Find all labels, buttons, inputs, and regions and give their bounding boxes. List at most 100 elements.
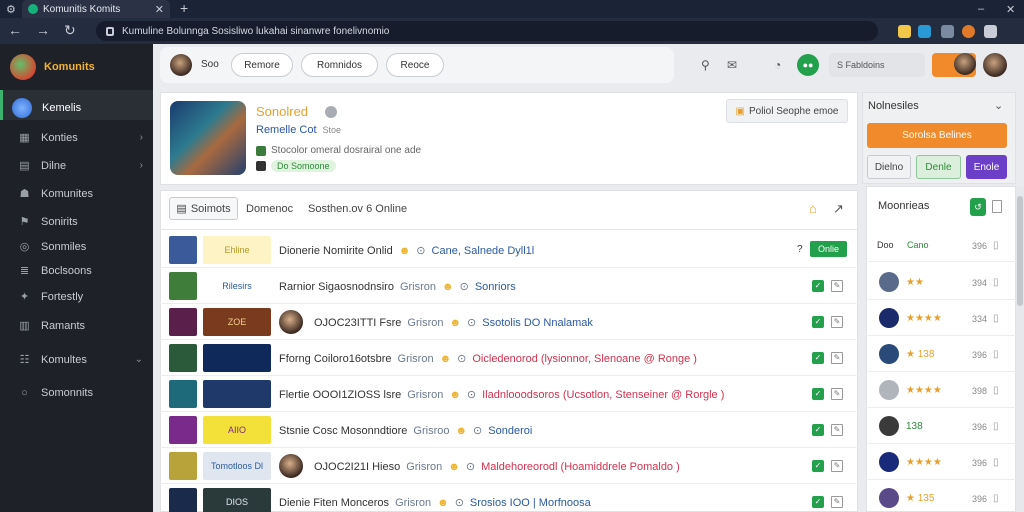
profile-icon[interactable] xyxy=(962,25,975,38)
sidebar-item-1[interactable]: ▦ Konties › xyxy=(18,131,143,145)
row-detail[interactable]: Maldehoreorodl (Hoamiddrele Pomaldo ) xyxy=(481,461,680,473)
globe-icon xyxy=(12,98,32,118)
row-check-icon[interactable]: ✓ xyxy=(812,424,824,436)
button-enole[interactable]: Enole xyxy=(966,155,1007,179)
back-icon[interactable]: ← xyxy=(8,22,22,38)
folder-icon[interactable]: ⌂ xyxy=(809,201,817,216)
chevron-icon[interactable]: › xyxy=(140,160,143,171)
row-detail[interactable]: Ssotolis DO Nnalamak xyxy=(482,317,593,329)
chevron-icon[interactable]: ⌄ xyxy=(135,354,143,365)
row-check-icon[interactable]: ✓ xyxy=(812,460,824,472)
rating-count: 398 xyxy=(972,386,988,396)
extension-3-icon[interactable] xyxy=(941,25,954,38)
tab-online[interactable]: Sosthen.ov 6 Online xyxy=(308,197,407,220)
sidebar-item-7[interactable]: ✦ Fortestly xyxy=(18,290,143,304)
tab-close-icon[interactable]: ✕ xyxy=(155,3,164,16)
header-search-input[interactable]: S Fabldoins xyxy=(829,53,925,77)
row-detail[interactable]: Oicledenorod (lysionnor, Slenoane @ Rong… xyxy=(472,353,697,365)
window-close-icon[interactable]: ✕ xyxy=(1006,3,1015,16)
messages-icon[interactable]: ✉ xyxy=(727,58,737,72)
sidebar-item-5[interactable]: ◎ Sonmiles xyxy=(18,240,143,254)
tab-soimots[interactable]: ▤ Soimots xyxy=(169,197,238,220)
lock-icon xyxy=(106,26,114,36)
brand[interactable]: Komunits xyxy=(10,54,95,80)
forward-icon[interactable]: → xyxy=(36,22,50,38)
reload-icon[interactable]: ↻ xyxy=(64,22,76,38)
pill-remore[interactable]: Remore xyxy=(231,53,293,77)
new-tab-button[interactable]: + xyxy=(180,0,188,18)
browser-menu-icon[interactable]: ⚙ xyxy=(6,3,16,16)
status-icon[interactable]: ●● xyxy=(797,54,819,76)
row-menu-icon[interactable]: ▯ xyxy=(993,349,999,360)
search-icon[interactable]: ⚲ xyxy=(701,58,710,72)
sidebar-item-label: Ramants xyxy=(41,319,86,332)
row-check-icon[interactable]: ✓ xyxy=(812,496,824,508)
more-icon[interactable] xyxy=(984,25,997,38)
notifications-icon[interactable]: ◔ xyxy=(774,58,781,72)
row-title: OJOC2I21I Hieso xyxy=(314,460,401,473)
row-title: Dienie Fiten Monceros xyxy=(279,496,390,509)
row-menu-icon[interactable]: ▯ xyxy=(993,277,999,288)
user-avatar[interactable] xyxy=(170,54,192,76)
browser-tab[interactable]: Komunitis Komits ✕ xyxy=(22,0,170,18)
link-icon: ⊙ xyxy=(466,389,477,401)
sidebar-item-label: Dilne xyxy=(41,159,67,172)
extension-icon[interactable] xyxy=(898,25,911,38)
row-edit-icon[interactable]: ✎ xyxy=(831,460,843,472)
sidebar-item-0[interactable]: Kemelis xyxy=(12,98,137,118)
row-edit-icon[interactable]: ✎ xyxy=(831,496,843,508)
sidebar-item-9[interactable]: ☷ Komultes ⌄ xyxy=(18,353,143,367)
row-check-icon[interactable]: ✓ xyxy=(812,316,824,328)
url-field[interactable]: Kumuline Bolunnga Sosisliwo lukahai sina… xyxy=(96,21,878,41)
button-dielno[interactable]: Dielno xyxy=(867,155,911,179)
row-edit-icon[interactable]: ✎ xyxy=(831,424,843,436)
sidebar-item-4[interactable]: ⚑ Sonirits xyxy=(18,215,143,229)
row-menu-icon[interactable]: ▯ xyxy=(993,385,999,396)
row-check-icon[interactable]: ✓ xyxy=(812,388,824,400)
sidebar-item-10[interactable]: ○ Somonnits xyxy=(18,386,143,399)
sidebar-item-label: Komultes xyxy=(41,353,87,366)
row-menu-icon[interactable]: ▯ xyxy=(993,421,999,432)
row-menu-icon[interactable]: ▯ xyxy=(993,493,999,504)
document-icon[interactable] xyxy=(992,200,1002,213)
row-detail[interactable]: Iladnlooodsoros (Ucsotlon, Stenseiner @ … xyxy=(482,389,724,401)
row-edit-icon[interactable]: ✎ xyxy=(831,280,843,292)
row-check-icon[interactable]: ✓ xyxy=(812,352,824,364)
row-thumbnail xyxy=(169,416,197,444)
share-icon[interactable]: ↗ xyxy=(833,201,844,217)
tab-domenoc[interactable]: Domenoc xyxy=(246,197,293,220)
button-denle[interactable]: Denle xyxy=(916,155,961,179)
pill-reoce[interactable]: Reoce xyxy=(386,53,444,77)
scrollbar[interactable] xyxy=(1016,186,1024,512)
chevron-icon[interactable]: › xyxy=(140,132,143,143)
row-edit-icon[interactable]: ✎ xyxy=(831,352,843,364)
collapse-icon[interactable]: ⌄ xyxy=(994,99,1003,112)
row-edit-icon[interactable]: ✎ xyxy=(831,388,843,400)
extension-2-icon[interactable] xyxy=(918,25,931,38)
minimize-icon[interactable]: – xyxy=(978,3,984,15)
row-detail[interactable]: Cane, Salnede Dyll1l xyxy=(432,245,535,257)
row-detail[interactable]: Srosios IOO | Morfnoosa xyxy=(470,497,591,509)
profile-action-button[interactable]: ▣ Poliol Seophe emoe xyxy=(726,99,848,123)
add-icon[interactable]: ↺ xyxy=(970,198,986,216)
row-edit-icon[interactable]: ✎ xyxy=(831,316,843,328)
row-check-icon[interactable]: ✓ xyxy=(812,280,824,292)
row-detail[interactable]: Sonderoi xyxy=(488,425,532,437)
header-avatar-2[interactable] xyxy=(983,53,1007,77)
sidebar-item-3[interactable]: ☗ Komunites xyxy=(18,187,143,201)
row-detail[interactable]: Sonriors xyxy=(475,281,516,293)
sidebar-item-2[interactable]: ▤ Dilne › xyxy=(18,159,143,173)
row-menu-icon[interactable]: ▯ xyxy=(993,457,999,468)
header-avatar-1[interactable] xyxy=(954,53,976,75)
brand-name: Komunits xyxy=(44,61,95,73)
pill-romnidos[interactable]: Romnidos xyxy=(301,53,378,77)
sidebar-item-8[interactable]: ▥ Ramants xyxy=(18,319,143,333)
row-menu-icon[interactable]: ▯ xyxy=(993,313,999,324)
sidebar-item-6[interactable]: ≣ Boclsoons xyxy=(18,264,143,278)
right-list-header-icon[interactable]: ▯ xyxy=(993,240,999,251)
rating-stars: ★★ xyxy=(906,277,924,288)
sidebar-item-label: Komunites xyxy=(41,187,93,200)
scrollbar-thumb[interactable] xyxy=(1017,196,1023,306)
primary-button[interactable]: Sorolsa Belines xyxy=(867,123,1007,148)
online-badge[interactable]: Onlie xyxy=(810,241,847,257)
